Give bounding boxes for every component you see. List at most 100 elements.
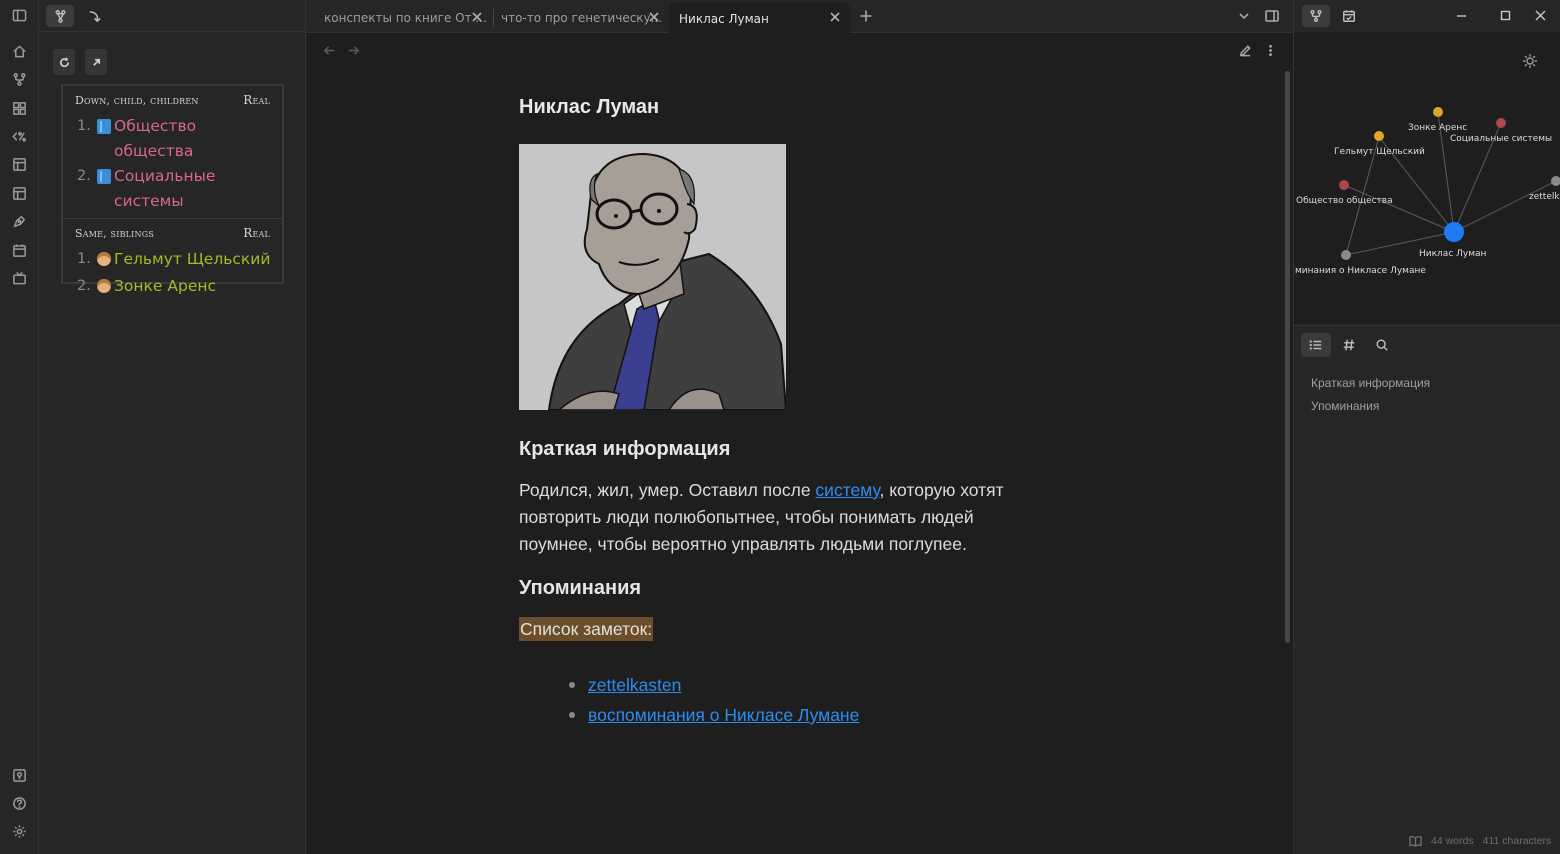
blue-book-icon (97, 119, 111, 134)
tab-bar: конспекты по книге От ... что-то про ген… (306, 0, 1293, 34)
git-fork-icon[interactable] (10, 70, 28, 88)
matrix-down-header: Down, child, children Real (63, 86, 282, 114)
graph-label: Социальные системы (1450, 134, 1552, 144)
paragraph-text-1: Родился, жил, умер. Оставил после (519, 480, 816, 500)
list-item[interactable]: 2. Зонке Аренс (77, 274, 276, 301)
layout-2-icon[interactable] (10, 184, 28, 202)
graph-label: Никлас Луман (1419, 249, 1487, 259)
tab-list-button[interactable] (1235, 7, 1253, 25)
hierarchy-icon (54, 9, 66, 23)
editor-pane: Никлас Луман Краткая информация Родился,… (306, 33, 1293, 854)
tags-tab[interactable] (1334, 333, 1364, 357)
tab-title: что-то про генетическу... (501, 11, 663, 25)
matrix-down-title: Down, child, children (75, 93, 199, 107)
link-zettelkasten[interactable]: zettelkasten (588, 675, 681, 695)
edit-pencil-icon[interactable] (1239, 42, 1253, 57)
sidebar-right-icon (1265, 10, 1279, 22)
mentions-list: zettelkasten воспоминания о Никласе Лума… (569, 670, 859, 730)
outline-tab[interactable] (1301, 333, 1331, 357)
maximize-icon[interactable] (1496, 7, 1514, 23)
matrix-down-block: Down, child, children Real 1. Общество о… (63, 86, 282, 216)
heading-upominaniya: Упоминания (519, 577, 642, 599)
sidebar-toggle-icon[interactable] (10, 6, 28, 24)
tab-title: Никлас Луман (679, 11, 769, 26)
right-sidebar-toolbar (1294, 0, 1560, 32)
toggle-right-sidebar-button[interactable] (1263, 7, 1281, 25)
internal-link-sistemu[interactable]: систему (815, 480, 879, 500)
matrix-link-socialnye-sistemy[interactable]: Социальные системы (114, 164, 274, 214)
breadcrumbs-matrix: Down, child, children Real 1. Общество о… (61, 84, 284, 295)
more-options-icon[interactable] (1264, 42, 1278, 57)
blocks-icon[interactable] (10, 99, 28, 117)
close-window-icon[interactable] (1531, 7, 1549, 23)
list-item[interactable]: 1. Общество общества (77, 114, 276, 164)
local-graph[interactable]: Зонке Аренс Социальные системы Гельмут Щ… (1294, 32, 1560, 324)
graph-label: Гельмут Щельский (1334, 147, 1425, 157)
matrix-link-arens[interactable]: Зонке Аренс (114, 274, 216, 301)
heading-kratkaya-informaciya: Краткая информация (519, 438, 731, 460)
matrix-down-list: 1. Общество общества 2. Социальные систе… (63, 114, 282, 216)
graph-node-zettelkasten[interactable] (1551, 176, 1560, 186)
close-icon[interactable] (828, 10, 842, 24)
list-item[interactable]: 1. Гельмут Щельский (77, 247, 276, 274)
item-number: 2. (77, 168, 91, 184)
reading-mode-icon[interactable] (1409, 835, 1422, 847)
help-icon[interactable] (10, 794, 28, 812)
graph-settings-icon[interactable] (1523, 54, 1537, 68)
graph-node-arens[interactable] (1433, 107, 1443, 117)
home-icon[interactable] (10, 42, 28, 60)
list-item[interactable]: 2. Социальные системы (77, 164, 276, 214)
portrait-image (519, 144, 786, 410)
outline-item-kratkaya[interactable]: Краткая информация (1311, 376, 1430, 390)
refresh-icon (59, 57, 69, 67)
outline-item-upominaniya[interactable]: Упоминания (1311, 399, 1379, 413)
matrix-same-block: Same, siblings Real 1. Гельмут Щельский … (63, 219, 282, 303)
tab-title: конспекты по книге От ... (324, 11, 487, 25)
tab-luhmann[interactable]: Никлас Луман (669, 3, 850, 34)
layout-icon[interactable] (10, 155, 28, 173)
matrix-link-schelsky[interactable]: Гельмут Щельский (114, 247, 270, 274)
jump-view-button[interactable] (80, 5, 108, 27)
pen-tool-icon[interactable] (10, 212, 28, 230)
search-icon (1376, 339, 1388, 351)
graph-node-social-systems[interactable] (1496, 118, 1506, 128)
close-icon[interactable] (470, 10, 484, 24)
calendar-icon[interactable] (10, 241, 28, 259)
vault-icon[interactable] (10, 766, 28, 784)
settings-icon[interactable] (10, 822, 28, 840)
refresh-button[interactable] (53, 49, 75, 75)
graph-node-memories[interactable] (1341, 250, 1351, 260)
open-external-button[interactable] (85, 49, 107, 75)
new-tab-button[interactable] (857, 7, 875, 25)
editor-scrollbar[interactable] (1285, 71, 1290, 643)
chevron-down-icon (1239, 13, 1249, 20)
graph-label: zettelk (1529, 192, 1560, 202)
person-emoji-icon (97, 252, 111, 266)
graph-node-society[interactable] (1339, 180, 1349, 190)
local-graph-tab[interactable] (1302, 5, 1330, 27)
tab-konspekty[interactable]: конспекты по книге От ... (310, 3, 492, 33)
calendar-tab[interactable] (1335, 5, 1363, 27)
breadcrumbs-view-button[interactable] (46, 5, 74, 27)
graph-node-luhmann[interactable] (1444, 222, 1464, 242)
ribbon (0, 0, 39, 854)
matrix-same-title: Same, siblings (75, 226, 155, 240)
search-tab[interactable] (1367, 333, 1397, 357)
item-number: 1. (77, 118, 91, 134)
graph-label: Зонке Аренс (1408, 123, 1467, 133)
minimize-icon[interactable] (1452, 7, 1470, 23)
code-percent-icon[interactable] (10, 127, 28, 145)
note-paragraph: Родился, жил, умер. Оставил после систем… (519, 477, 1049, 558)
graph-node-schelsky[interactable] (1374, 131, 1384, 141)
tab-genetics[interactable]: что-то про генетическу... (487, 3, 669, 33)
graph-label: Общество общества (1296, 196, 1393, 206)
person-emoji-icon (97, 279, 111, 293)
matrix-link-obshchestvo[interactable]: Общество общества (114, 114, 276, 164)
back-arrow-icon[interactable] (323, 42, 337, 56)
forward-arrow-icon[interactable] (347, 42, 361, 56)
link-vospominaniya[interactable]: воспоминания о Никласе Лумане (588, 705, 859, 725)
tv-icon[interactable] (10, 269, 28, 287)
calendar-check-icon (1343, 10, 1355, 22)
close-icon[interactable] (647, 10, 661, 24)
outline-toolbar (1294, 325, 1560, 361)
